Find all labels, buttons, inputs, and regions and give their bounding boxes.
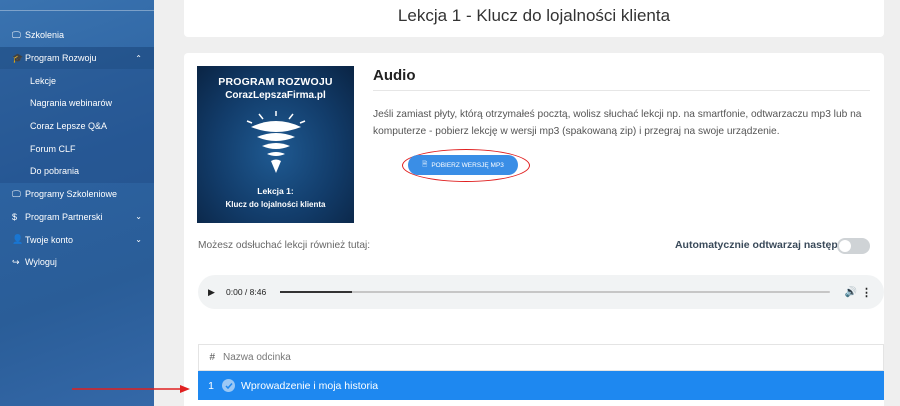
lesson-cover-image: PROGRAM ROZWOJU CorazLepszaFirma.pl Lekc… xyxy=(197,66,354,223)
play-icon[interactable]: ▶ xyxy=(208,287,215,298)
tornado-icon xyxy=(246,111,306,173)
lesson-card: PROGRAM ROZWOJU CorazLepszaFirma.pl Lekc… xyxy=(184,53,884,406)
episode-number: 1 xyxy=(208,379,214,392)
sidebar-item-label: Forum CLF xyxy=(30,143,76,154)
volume-icon[interactable]: 🔊 xyxy=(845,287,857,298)
autoplay-toggle[interactable] xyxy=(837,238,870,254)
table-row[interactable]: 1 Wprowadzenie i moja historia xyxy=(198,371,884,400)
progress-track[interactable] xyxy=(280,291,830,293)
sidebar-item-label: Nagrania webinarów xyxy=(30,98,113,109)
sidebar-item-program-rozwoju[interactable]: 🎓 Program Rozwoju ⌃ xyxy=(0,46,154,70)
sign-out-icon: ↪ xyxy=(12,256,20,267)
audio-player: ▶ 0:00 / 8:46 🔊 ⋮ xyxy=(198,275,884,309)
sidebar-item-label: Twoje konto xyxy=(25,234,74,245)
episodes-table: # Nazwa odcinka 1 Wprowadzenie i moja hi… xyxy=(198,344,884,400)
program-rozwoju-submenu: Lekcje Nagrania webinarów Coraz Lepsze Q… xyxy=(0,69,154,183)
user-icon: 👤 xyxy=(12,234,24,245)
sidebar-item-coraz-lepsze-qa[interactable]: Coraz Lepsze Q&A xyxy=(0,115,154,138)
page-title-card: Lekcja 1 - Klucz do lojalności klienta xyxy=(184,0,884,37)
cover-lesson-name: Klucz do lojalności klienta xyxy=(225,200,326,209)
check-circle-icon xyxy=(222,379,235,392)
audio-divider xyxy=(373,90,870,91)
sidebar-item-programy-szkoleniowe[interactable]: 🖵 Programy Szkoleniowe xyxy=(0,183,154,206)
sidebar-divider xyxy=(0,10,154,11)
listen-here-text: Możesz odsłuchać lekcji również tutaj: xyxy=(198,240,371,251)
sidebar-item-forum-clf[interactable]: Forum CLF xyxy=(0,137,154,160)
sidebar-item-label: Lekcje xyxy=(30,75,57,86)
sidebar-item-label: Program Rozwoju xyxy=(25,53,97,64)
toggle-knob xyxy=(839,240,851,252)
sidebar-item-label: Szkolenia xyxy=(25,30,65,41)
file-icon: 🗎 xyxy=(422,160,428,168)
cover-title: PROGRAM ROZWOJU xyxy=(218,76,333,88)
chevron-down-icon: ⌄ xyxy=(135,212,142,222)
main-content: Lekcja 1 - Klucz do lojalności klienta P… xyxy=(154,0,900,406)
download-mp3-button[interactable]: 🗎 POBIERZ WERSJĘ MP3 xyxy=(408,155,518,175)
laptop-icon: 🖵 xyxy=(12,188,21,199)
header-episode-name: Nazwa odcinka xyxy=(223,352,291,363)
sidebar-item-label: Coraz Lepsze Q&A xyxy=(30,121,108,132)
header-number: # xyxy=(209,352,215,363)
sidebar: 🖵 Szkolenia 🎓 Program Rozwoju ⌃ Lekcje N… xyxy=(0,0,154,406)
sidebar-item-label: Wyloguj xyxy=(25,257,57,268)
chevron-up-icon: ⌃ xyxy=(135,53,142,63)
graduation-cap-icon: 🎓 xyxy=(12,52,24,63)
chevron-down-icon: ⌄ xyxy=(135,235,142,245)
sidebar-item-wyloguj[interactable]: ↪ Wyloguj xyxy=(0,251,154,274)
annotation-arrow xyxy=(72,385,190,393)
sidebar-item-label: Program Partnerski xyxy=(25,211,103,222)
sidebar-item-label: Do pobrania xyxy=(30,166,80,177)
autoplay-label: Automatycznie odtwarzaj następny xyxy=(674,239,850,251)
audio-heading: Audio xyxy=(373,67,416,84)
progress-fill xyxy=(280,291,352,293)
audio-description: Jeśli zamiast płyty, którą otrzymałeś po… xyxy=(373,109,862,137)
player-time: 0:00 / 8:46 xyxy=(226,287,267,297)
laptop-icon: 🖵 xyxy=(12,29,21,40)
sidebar-item-program-partnerski[interactable]: $ Program Partnerski ⌄ xyxy=(0,206,154,229)
sidebar-item-szkolenia[interactable]: 🖵 Szkolenia xyxy=(0,24,154,47)
episode-title: Wprowadzenie i moja historia xyxy=(241,379,379,392)
sidebar-nav: 🖵 Szkolenia 🎓 Program Rozwoju ⌃ Lekcje N… xyxy=(0,24,154,274)
sidebar-item-do-pobrania[interactable]: Do pobrania xyxy=(0,160,154,183)
more-options-icon[interactable]: ⋮ xyxy=(861,286,872,299)
sidebar-item-nagrania-webinarow[interactable]: Nagrania webinarów xyxy=(0,92,154,115)
dollar-icon: $ xyxy=(12,211,18,222)
sidebar-item-twoje-konto[interactable]: 👤 Twoje konto ⌄ xyxy=(0,228,154,251)
cover-subtitle: CorazLepszaFirma.pl xyxy=(225,90,326,101)
sidebar-item-lekcje[interactable]: Lekcje xyxy=(0,69,154,92)
page-title: Lekcja 1 - Klucz do lojalności klienta xyxy=(397,5,671,25)
sidebar-item-label: Programy Szkoleniowe xyxy=(25,189,118,200)
download-mp3-label: POBIERZ WERSJĘ MP3 xyxy=(431,161,504,169)
cover-lesson-number: Lekcja 1: xyxy=(257,186,294,196)
episodes-table-header: # Nazwa odcinka xyxy=(198,344,884,371)
